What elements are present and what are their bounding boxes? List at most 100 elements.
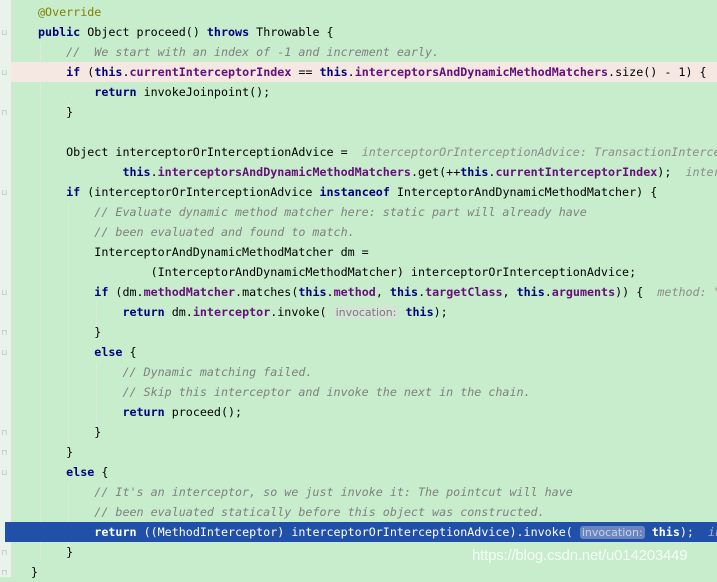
fold-marker-icon[interactable]: ⊔ [2,288,10,297]
fold-marker-icon[interactable]: ⊓ [2,108,10,117]
token-keyword: this [298,285,327,299]
code-line[interactable]: if (dm.methodMatcher.matches(this.method… [0,282,717,302]
token-code-text: .invoke( [270,305,334,319]
token-code-text: invokeJoinpoint(); [143,85,271,99]
code-line-text: @Override [38,2,101,22]
fold-marker-icon[interactable]: ⊓ [2,328,10,337]
code-line[interactable]: if (interceptorOrInterceptionAdvice inst… [0,182,717,202]
token-keyword: this [389,285,419,299]
token-code-text: InterceptorAndDynamicMethodMatcher) { [396,185,658,199]
token-code-text: } [38,105,74,119]
token-inlay-hint: method: " [657,285,717,299]
token-keyword: this [460,165,489,179]
token-field: arguments [551,285,616,299]
token-keyword: return [38,305,172,319]
token-code-text: } [38,425,102,439]
code-line[interactable]: } [0,102,717,122]
code-line[interactable]: if (this.currentInterceptorIndex == this… [11,62,717,82]
code-line[interactable]: InterceptorAndDynamicMethodMatcher dm = [0,242,717,262]
code-line-text: else { [38,462,108,482]
code-line[interactable]: // Dynamic matching failed. [0,362,717,382]
token-keyword: this [651,525,680,539]
token-code-text: . [326,285,334,299]
token-field: currentInterceptorIndex [129,65,292,79]
code-line[interactable]: // been evaluated and found to match. [0,222,717,242]
code-line-text: // Evaluate dynamic method matcher here:… [38,202,587,222]
code-line[interactable] [0,122,717,142]
fold-marker-icon[interactable]: ⊓ [2,448,10,457]
token-comment: // been evaluated statically before this… [38,505,545,519]
token-code-text: (dm. [115,285,144,299]
code-line[interactable]: } [0,322,717,342]
code-line-text: } [38,422,101,442]
code-line[interactable]: public Object proceed() throws Throwable… [0,22,717,42]
token-code-text: Throwable { [256,25,334,39]
token-code-text: } [38,445,74,459]
token-code-text: . [150,165,158,179]
code-line-text: Object interceptorOrInterceptionAdvice =… [38,142,717,162]
code-line[interactable]: Object interceptorOrInterceptionAdvice =… [0,142,717,162]
code-line[interactable]: } [0,562,717,582]
code-line-text: // Dynamic matching failed. [38,362,312,382]
token-comment: // Evaluate dynamic method matcher here:… [38,205,587,219]
token-code-text [645,525,652,539]
token-code-text: proceed(); [171,405,243,419]
fold-marker-icon[interactable]: ⊓ [2,568,10,577]
token-code-text: )) { [615,285,658,299]
code-line[interactable]: // Evaluate dynamic method matcher here:… [0,202,717,222]
fold-marker-icon[interactable]: ⊔ [2,468,10,477]
fold-marker-icon[interactable]: ⊔ [2,28,10,37]
token-code-text: .matches( [235,285,299,299]
code-line[interactable]: // We start with an index of -1 and incr… [0,42,717,62]
fold-marker-icon[interactable]: ⊔ [2,188,10,197]
token-code-text: InterceptorAndDynamicMethodMatcher dm = [38,245,369,259]
code-line[interactable]: (InterceptorAndDynamicMethodMatcher) int… [0,262,717,282]
token-code-text: } [38,545,74,559]
code-line[interactable]: else { [0,462,717,482]
token-code-text: , [502,285,517,299]
code-line[interactable]: @Override [0,2,717,22]
code-line-text: // It's an interceptor, so we just invok… [38,482,573,502]
code-line[interactable]: } [0,422,717,442]
fold-marker-icon[interactable]: ⊓ [2,428,10,437]
fold-marker-icon[interactable]: ⊔ [2,68,10,77]
token-code-text: ); [679,525,709,539]
code-line[interactable]: // Skip this interceptor and invoke the … [0,382,717,402]
code-line-text: // been evaluated statically before this… [38,502,545,522]
code-line[interactable]: // It's an interceptor, so we just invok… [0,482,717,502]
token-inlay-hint: inter [685,165,717,179]
code-line-text: (InterceptorAndDynamicMethodMatcher) int… [38,262,637,282]
code-line[interactable]: } [0,442,717,462]
code-line[interactable]: // been evaluated statically before this… [0,502,717,522]
token-code-text: { [101,465,109,479]
token-keyword: public [38,25,88,39]
token-keyword: this [405,305,434,319]
token-inlay-hint: in [708,525,717,539]
code-line-text: this.interceptorsAndDynamicMethodMatcher… [38,162,717,182]
code-line-text: // Skip this interceptor and invoke the … [38,382,530,402]
token-comment: // been evaluated and found to match. [38,225,355,239]
code-line[interactable]: return ((MethodInterceptor) interceptorO… [5,522,717,542]
code-line[interactable]: return invokeJoinpoint(); [0,82,717,102]
code-line[interactable]: return proceed(); [0,402,717,422]
code-line[interactable]: return dm.interceptor.invoke( invocation… [0,302,717,322]
token-keyword: if [38,185,88,199]
code-line[interactable]: this.interceptorsAndDynamicMethodMatcher… [0,162,717,182]
fold-marker-icon[interactable]: ⊔ [2,348,10,357]
token-field: methodMatcher [143,285,236,299]
token-comment: // Dynamic matching failed. [38,365,313,379]
token-code-text: { [129,345,137,359]
code-line-text: if (this.currentInterceptorIndex == this… [38,62,707,82]
token-comment: // We start with an index of -1 and incr… [38,45,440,59]
fold-marker-icon[interactable]: ⊓ [2,548,10,557]
code-line-text: return dm.interceptor.invoke( invocation… [38,302,448,323]
code-line-text: InterceptorAndDynamicMethodMatcher dm = [38,242,369,262]
token-field: targetClass [425,285,503,299]
token-parameter-hint: invocation: [579,526,645,539]
token-code-text: . [544,285,552,299]
code-line-text: public Object proceed() throws Throwable… [38,22,334,42]
token-code-text: .size() - 1) { [608,65,707,79]
token-code-text: , [375,285,390,299]
code-line[interactable]: else { [0,342,717,362]
token-code-text: (InterceptorAndDynamicMethodMatcher) int… [38,265,637,279]
